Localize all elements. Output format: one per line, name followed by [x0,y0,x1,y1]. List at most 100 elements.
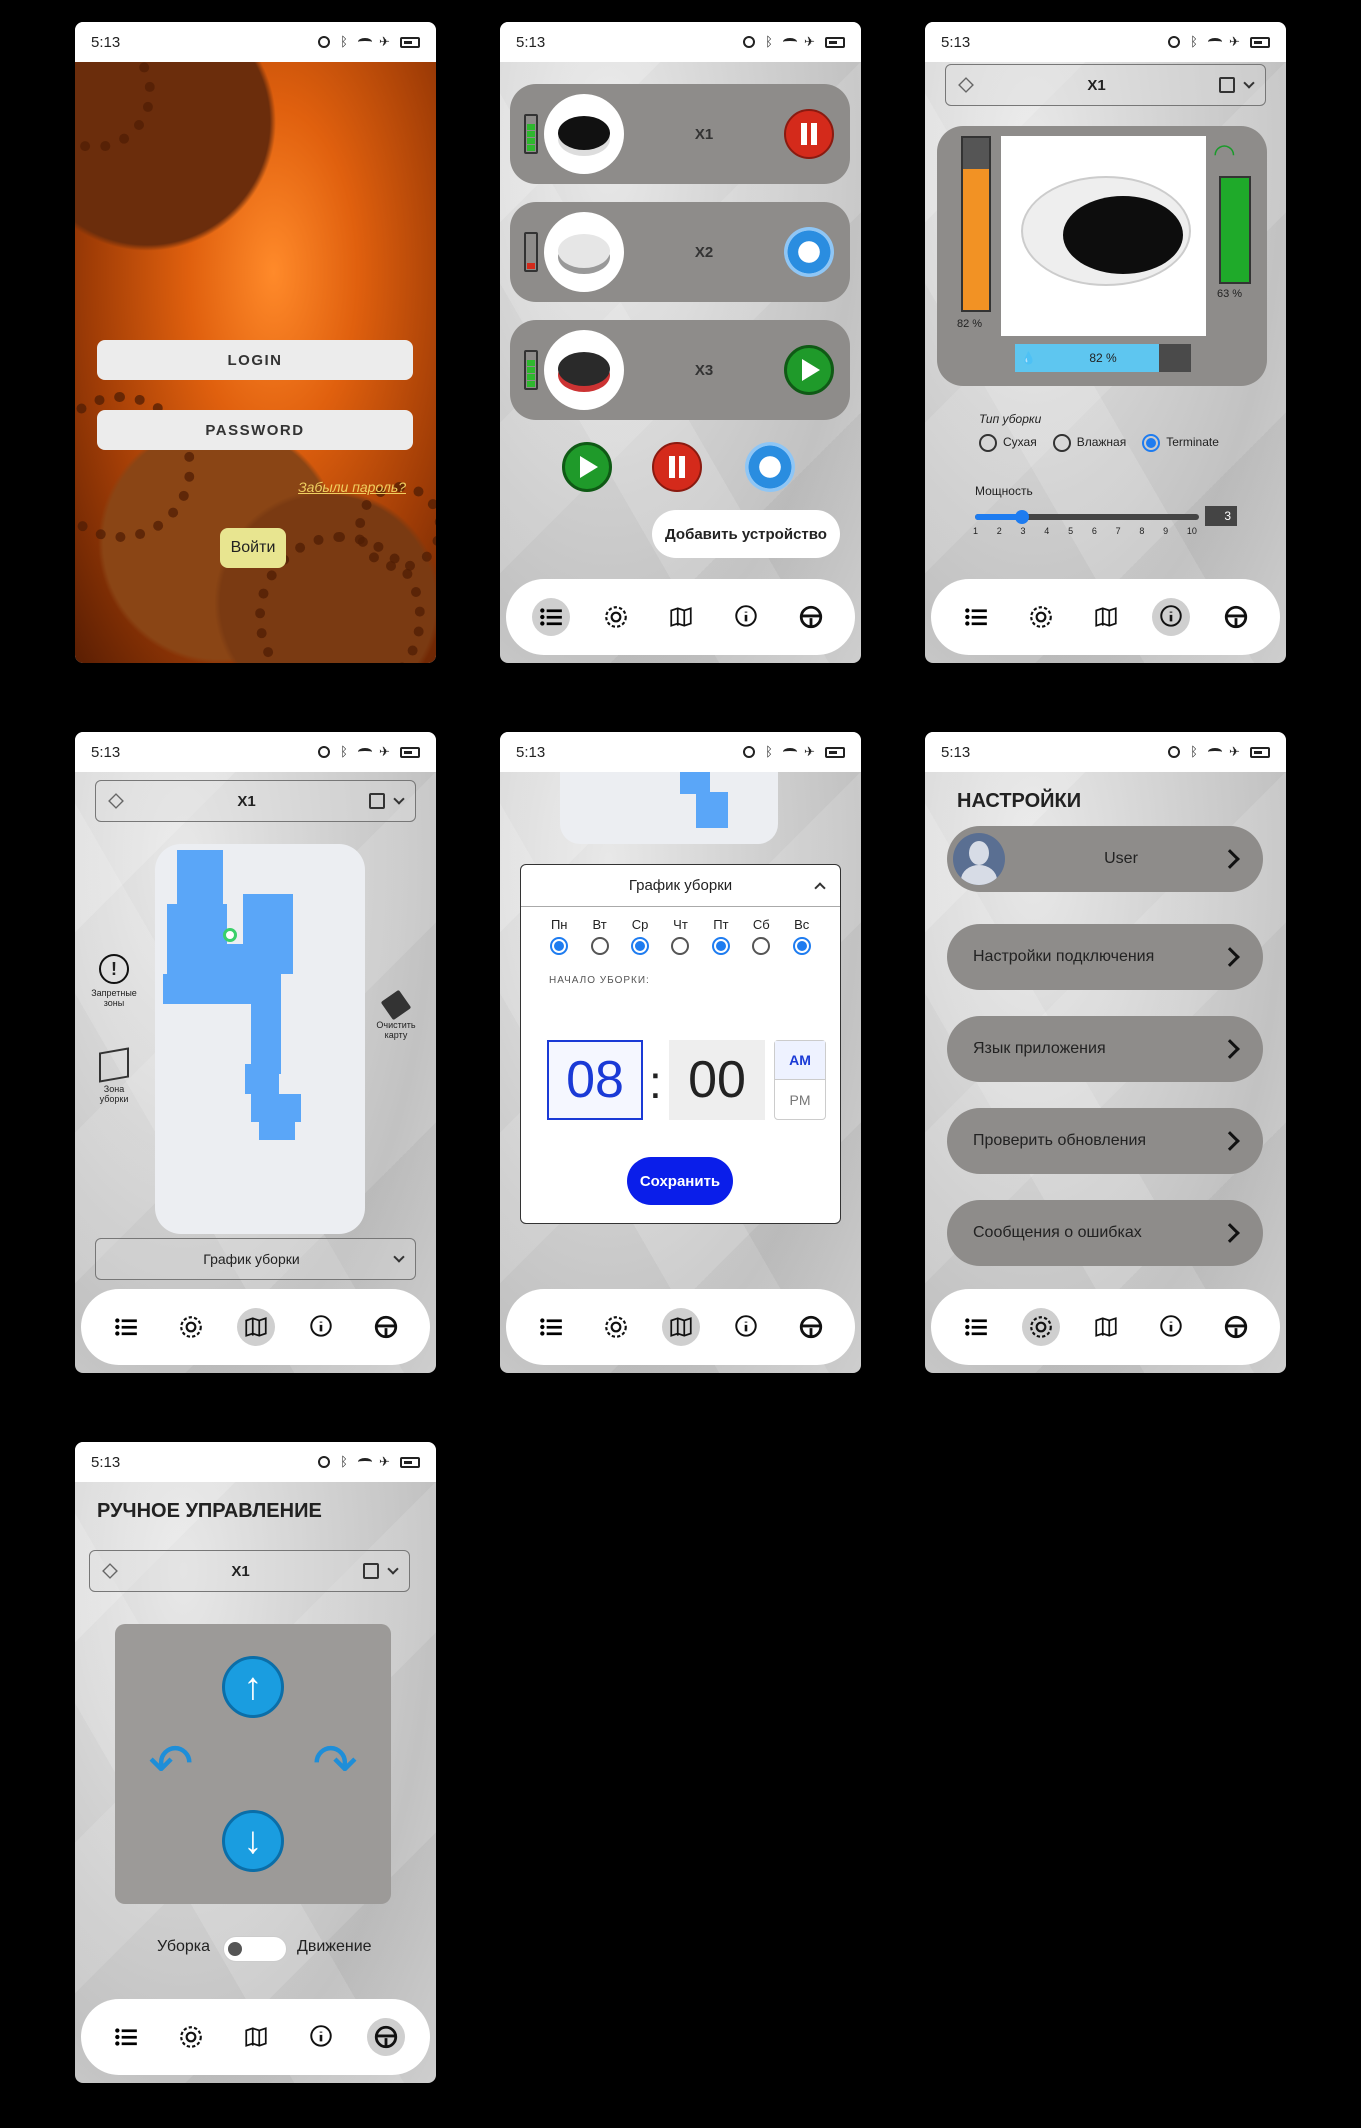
password-field[interactable]: PASSWORD [97,410,413,450]
weekday-option[interactable]: Сб [752,917,771,955]
move-forward-button[interactable]: ↑ [222,1656,284,1718]
mode-label-cleaning: Уборка [157,1938,211,1955]
steering-icon[interactable] [1217,1308,1255,1346]
clean-type-wet[interactable]: Влажная [1052,434,1126,452]
weekday-radio[interactable] [752,937,771,955]
info-icon[interactable] [1152,1308,1190,1346]
settings-language[interactable]: Язык приложения [947,1016,1263,1082]
list-icon[interactable] [107,1308,145,1346]
weekday-option[interactable]: Вс [792,917,811,955]
bottom-nav [931,579,1280,655]
steering-icon[interactable] [366,2018,405,2056]
list-icon[interactable] [531,598,570,636]
weekday-radio[interactable] [631,937,650,955]
list-icon[interactable] [532,1308,570,1346]
refresh-button[interactable] [784,227,834,277]
settings-icon[interactable] [1022,598,1060,636]
map-icon[interactable] [661,1308,700,1346]
add-device-button[interactable]: Добавить устройство [652,510,840,558]
map-icon[interactable] [1087,598,1125,636]
weekday-radio[interactable] [711,937,730,955]
weekday-option[interactable]: Вт [590,917,609,955]
edit-icon[interactable] [363,1563,379,1579]
settings-error-reports[interactable]: Сообщения о ошибках [947,1200,1263,1266]
turn-left-button[interactable]: ↶ [137,1736,205,1792]
settings-icon[interactable] [597,598,635,636]
pause-button[interactable] [784,109,834,159]
map-icon[interactable] [662,598,700,636]
wifi-icon [783,748,797,756]
cleaning-zone-button[interactable]: Зона уборки [89,1047,139,1104]
steering-icon[interactable] [367,1308,405,1346]
move-backward-button[interactable]: ↓ [222,1810,284,1872]
weekday-radio[interactable] [590,937,609,955]
schedule-header[interactable]: График уборки [521,865,840,907]
settings-icon[interactable] [172,1308,210,1346]
device-selector[interactable]: X1 [89,1550,410,1592]
refresh-all-button[interactable] [745,442,795,492]
list-icon[interactable] [957,1308,995,1346]
chevron-down-icon[interactable] [387,1563,399,1575]
settings-icon[interactable] [172,2018,210,2056]
minute-input[interactable]: 00 [669,1040,765,1120]
steering-icon[interactable] [1217,598,1255,636]
settings-icon[interactable] [1021,1308,1060,1346]
forbidden-zones-button[interactable]: ! Запретные зоны [89,954,139,1008]
user-profile-row[interactable]: User [947,826,1263,892]
play-button[interactable] [784,345,834,395]
save-button[interactable]: Сохранить [627,1157,733,1205]
battery-icon [400,1456,420,1468]
mode-toggle[interactable] [223,1936,287,1962]
weekday-option[interactable]: Чт [671,917,690,955]
clean-type-dry[interactable]: Сухая [979,434,1037,452]
schedule-dropdown[interactable]: График уборки [95,1238,416,1280]
info-icon[interactable] [1151,598,1190,636]
login-button[interactable]: Войти [220,528,286,568]
info-icon[interactable] [302,2018,340,2056]
map-icon[interactable] [1087,1308,1125,1346]
info-icon[interactable] [727,598,765,636]
weekday-radio[interactable] [792,937,811,955]
steering-icon[interactable] [792,1308,830,1346]
edit-icon[interactable] [369,793,385,809]
hour-input[interactable]: 08 [547,1040,643,1120]
map-icon[interactable] [237,2018,275,2056]
pm-option[interactable]: PM [775,1080,825,1119]
device-card[interactable]: X1 [510,84,850,184]
chevron-down-icon[interactable] [1243,77,1255,89]
airplane-icon: ✈ [804,34,815,49]
info-icon[interactable] [727,1308,765,1346]
clear-map-button[interactable]: Очистить карту [369,989,423,1040]
forgot-password-link[interactable]: Забыли пароль? [298,479,406,495]
steering-icon[interactable] [792,598,830,636]
settings-icon[interactable] [597,1308,635,1346]
weekday-radio[interactable] [550,937,569,955]
chevron-down-icon[interactable] [393,1251,405,1263]
weekday-option[interactable]: Пт [711,917,730,955]
settings-connection[interactable]: Настройки подключения [947,924,1263,990]
info-icon[interactable] [302,1308,340,1346]
list-icon[interactable] [957,598,995,636]
device-selector[interactable]: X1 [95,780,416,822]
pause-all-button[interactable] [652,442,702,492]
am-option[interactable]: AM [775,1041,825,1080]
weekday-option[interactable]: Ср [631,917,650,955]
play-all-button[interactable] [562,442,612,492]
edit-icon[interactable] [1219,77,1235,93]
clean-type-terminate[interactable]: Terminate [1142,434,1219,452]
power-slider[interactable] [975,510,1199,524]
device-card[interactable]: X3 [510,320,850,420]
list-icon[interactable] [107,2018,145,2056]
slider-thumb[interactable] [1015,510,1029,524]
weekday-option[interactable]: Пн [550,917,569,955]
chevron-down-icon[interactable] [393,793,405,805]
turn-right-button[interactable]: ↷ [301,1736,369,1792]
map-icon[interactable] [236,1308,275,1346]
weekday-radio[interactable] [671,937,690,955]
login-field[interactable]: LOGIN [97,340,413,380]
cleaning-map[interactable] [155,844,365,1234]
device-selector[interactable]: X1 [945,64,1266,106]
device-card[interactable]: X2 [510,202,850,302]
chevron-up-icon[interactable] [814,881,826,894]
settings-updates[interactable]: Проверить обновления [947,1108,1263,1174]
